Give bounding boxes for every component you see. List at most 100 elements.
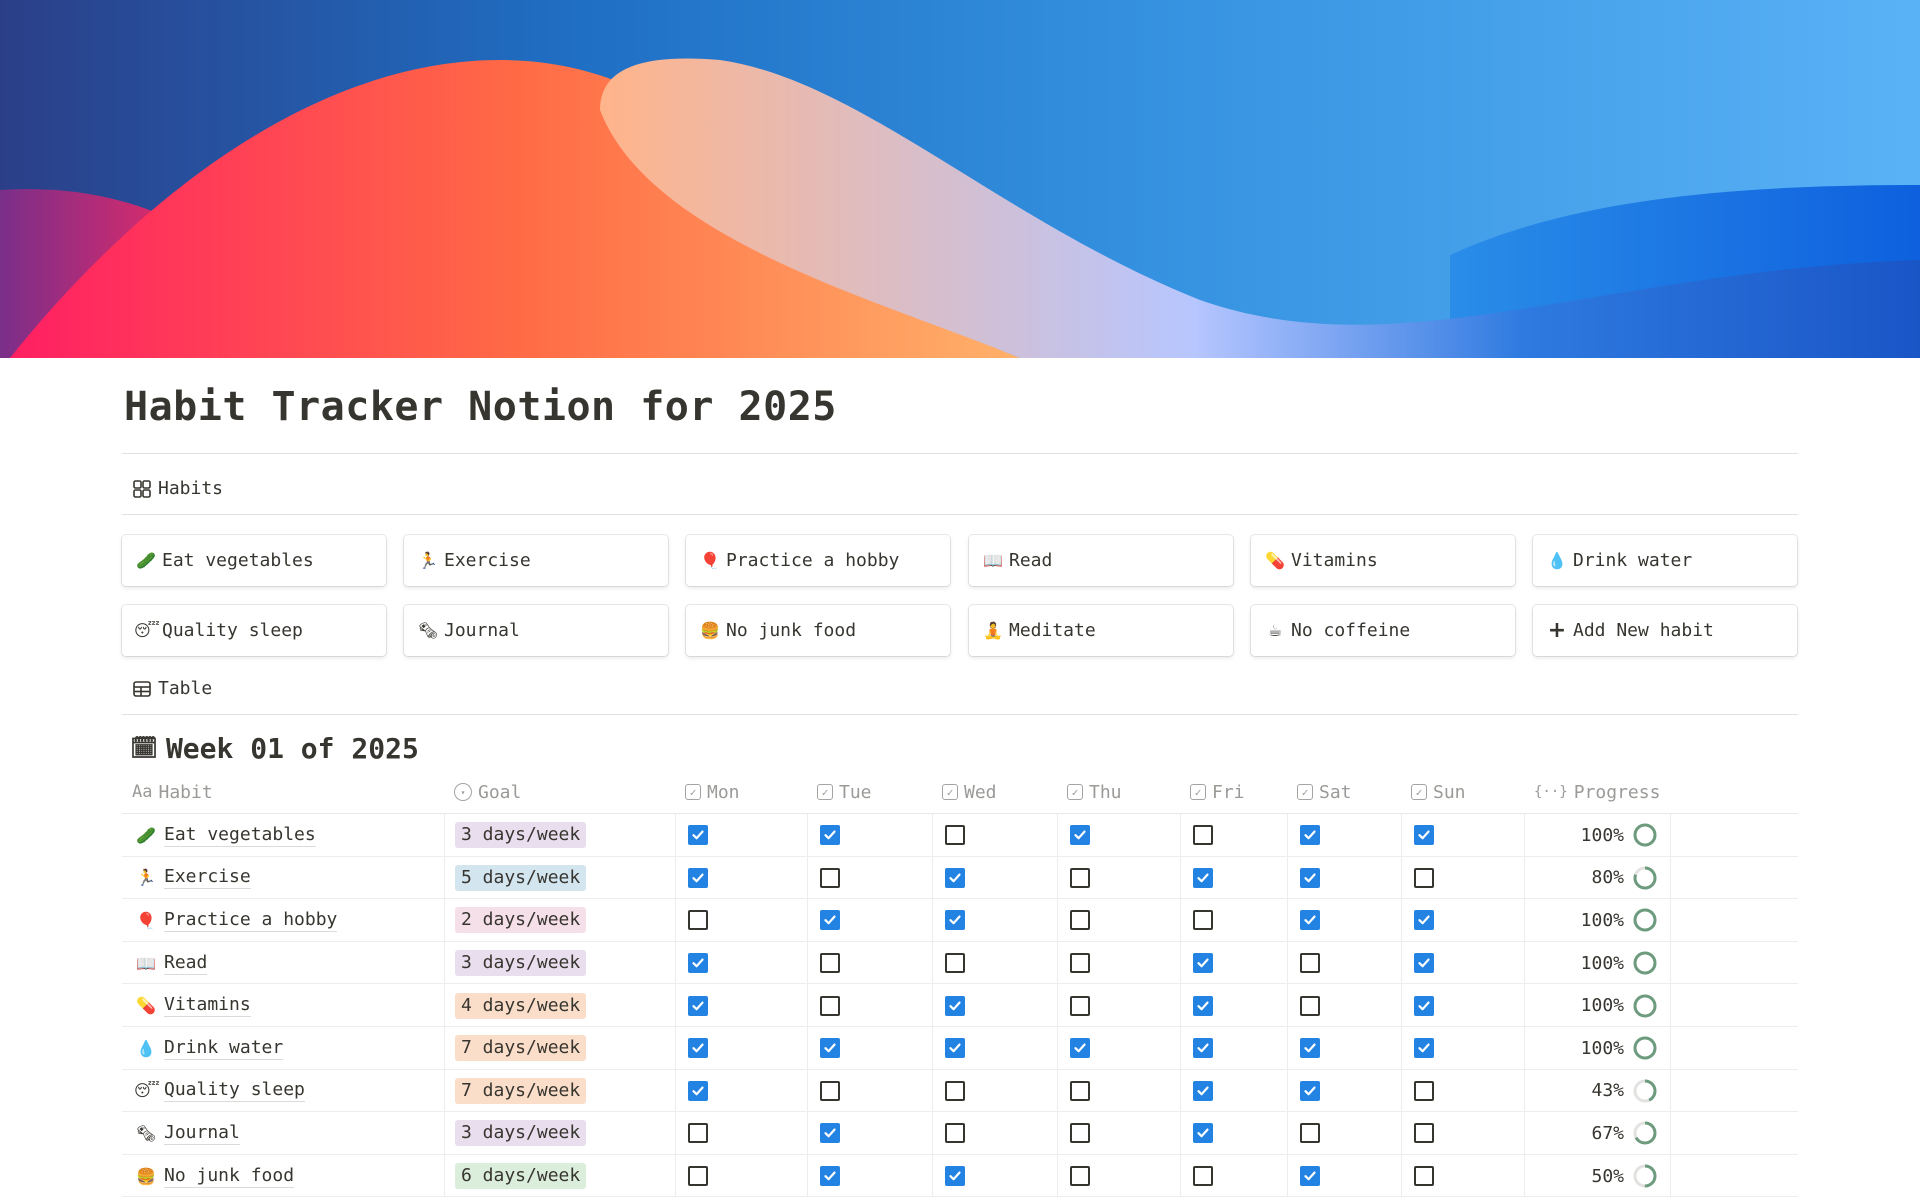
habit-name-link[interactable]: Drink water — [164, 1037, 284, 1060]
checkbox-thu[interactable] — [1070, 1123, 1090, 1144]
checkbox-tue[interactable] — [820, 825, 840, 846]
habit-card[interactable]: 📖 Read — [969, 535, 1233, 586]
column-header-thu[interactable]: ✓ Thu — [1057, 770, 1180, 814]
checkbox-tue[interactable] — [820, 953, 840, 974]
checkbox-thu[interactable] — [1070, 825, 1090, 846]
checkbox-thu[interactable] — [1070, 1080, 1090, 1101]
checkbox-thu[interactable] — [1070, 1166, 1090, 1187]
checkbox-wed[interactable] — [945, 995, 965, 1016]
habit-card[interactable]: ☕ No coffeine — [1251, 605, 1515, 656]
checkbox-tue[interactable] — [820, 867, 840, 888]
habit-name-link[interactable]: Journal — [164, 1122, 240, 1145]
checkbox-mon[interactable] — [688, 867, 708, 888]
checkbox-wed[interactable] — [945, 1123, 965, 1144]
habit-card[interactable]: 🍔 No junk food — [686, 605, 950, 656]
checkbox-thu[interactable] — [1070, 910, 1090, 931]
column-header-sat[interactable]: ✓ Sat — [1287, 770, 1401, 814]
checkbox-wed[interactable] — [945, 1166, 965, 1187]
view-tab-habits[interactable]: Habits — [132, 478, 223, 499]
column-header-habit[interactable]: Aa Habit — [122, 770, 444, 814]
checkbox-sun[interactable] — [1414, 953, 1434, 974]
checkbox-fri[interactable] — [1193, 953, 1213, 974]
checkbox-sun[interactable] — [1414, 1080, 1434, 1101]
checkbox-fri[interactable] — [1193, 910, 1213, 931]
checkbox-thu[interactable] — [1070, 995, 1090, 1016]
habit-name-link[interactable]: Eat vegetables — [164, 824, 316, 847]
checkbox-wed[interactable] — [945, 825, 965, 846]
checkbox-sat[interactable] — [1300, 825, 1320, 846]
habit-card[interactable]: 💧 Drink water — [1533, 535, 1797, 586]
checkbox-wed[interactable] — [945, 867, 965, 888]
checkbox-sun[interactable] — [1414, 1166, 1434, 1187]
checkbox-thu[interactable] — [1070, 953, 1090, 974]
habit-name-link[interactable]: Read — [164, 952, 208, 975]
checkbox-fri[interactable] — [1193, 1038, 1213, 1059]
column-header-goal[interactable]: ▾ Goal — [444, 770, 675, 814]
habit-card[interactable]: 🏃 Exercise — [404, 535, 668, 586]
checkbox-sat[interactable] — [1300, 953, 1320, 974]
habit-cell[interactable]: 🗞 Journal — [122, 1112, 444, 1155]
checkbox-fri[interactable] — [1193, 1166, 1213, 1187]
habit-name-link[interactable]: Vitamins — [164, 994, 251, 1018]
add-habit-button[interactable]: + Add New habit — [1533, 605, 1797, 656]
habit-cell[interactable]: 🏃 Exercise — [122, 857, 444, 900]
checkbox-sat[interactable] — [1300, 1123, 1320, 1144]
checkbox-sat[interactable] — [1300, 867, 1320, 888]
checkbox-wed[interactable] — [945, 1080, 965, 1101]
habit-cell[interactable]: 🍔 No junk food — [122, 1155, 444, 1198]
checkbox-fri[interactable] — [1193, 825, 1213, 846]
goal-cell[interactable]: 6 days/week — [444, 1154, 675, 1198]
checkbox-sun[interactable] — [1414, 825, 1434, 846]
habit-cell[interactable]: 💧 Drink water — [122, 1027, 444, 1070]
checkbox-mon[interactable] — [688, 910, 708, 931]
column-header-progress[interactable]: {··} Progress — [1524, 770, 1670, 814]
checkbox-mon[interactable] — [688, 1123, 708, 1144]
column-header-wed[interactable]: ✓ Wed — [932, 770, 1057, 814]
column-header-sun[interactable]: ✓ Sun — [1401, 770, 1524, 814]
goal-cell[interactable]: 5 days/week — [444, 856, 675, 900]
checkbox-sat[interactable] — [1300, 1166, 1320, 1187]
checkbox-tue[interactable] — [820, 1123, 840, 1144]
checkbox-wed[interactable] — [945, 910, 965, 931]
habit-name-link[interactable]: No junk food — [164, 1165, 295, 1188]
goal-cell[interactable]: 4 days/week — [444, 984, 675, 1027]
checkbox-tue[interactable] — [820, 1166, 840, 1187]
checkbox-sat[interactable] — [1300, 1080, 1320, 1101]
checkbox-sun[interactable] — [1414, 867, 1434, 888]
column-header-fri[interactable]: ✓ Fri — [1180, 770, 1287, 814]
habit-card[interactable]: 🗞 Journal — [404, 605, 668, 656]
goal-cell[interactable]: 3 days/week — [444, 1112, 675, 1155]
checkbox-thu[interactable] — [1070, 867, 1090, 888]
checkbox-mon[interactable] — [688, 825, 708, 846]
checkbox-mon[interactable] — [688, 1080, 708, 1101]
view-tab-table[interactable]: Table — [132, 678, 212, 699]
habit-card[interactable]: 💊 Vitamins — [1251, 535, 1515, 586]
checkbox-sat[interactable] — [1300, 910, 1320, 931]
goal-cell[interactable]: 3 days/week — [444, 814, 675, 857]
checkbox-fri[interactable] — [1193, 1080, 1213, 1101]
column-header-tue[interactable]: ✓ Tue — [807, 770, 932, 814]
habit-name-link[interactable]: Quality sleep — [164, 1079, 305, 1103]
checkbox-wed[interactable] — [945, 1038, 965, 1059]
checkbox-tue[interactable] — [820, 1080, 840, 1101]
column-header-mon[interactable]: ✓ Mon — [675, 770, 807, 814]
habit-cell[interactable]: 😴 Quality sleep — [122, 1070, 444, 1113]
habit-cell[interactable]: 💊 Vitamins — [122, 984, 444, 1027]
habit-card[interactable]: 🎈 Practice a hobby — [686, 535, 950, 586]
checkbox-mon[interactable] — [688, 1166, 708, 1187]
checkbox-wed[interactable] — [945, 953, 965, 974]
checkbox-fri[interactable] — [1193, 867, 1213, 888]
checkbox-sat[interactable] — [1300, 995, 1320, 1016]
checkbox-fri[interactable] — [1193, 1123, 1213, 1144]
habit-card[interactable]: 😴 Quality sleep — [122, 605, 386, 656]
checkbox-tue[interactable] — [820, 995, 840, 1016]
habit-card[interactable]: 🥒 Eat vegetables — [122, 535, 386, 586]
checkbox-sun[interactable] — [1414, 1038, 1434, 1059]
checkbox-mon[interactable] — [688, 995, 708, 1016]
goal-cell[interactable]: 7 days/week — [444, 1026, 675, 1070]
goal-cell[interactable]: 3 days/week — [444, 941, 675, 985]
goal-cell[interactable]: 2 days/week — [444, 899, 675, 942]
checkbox-sun[interactable] — [1414, 995, 1434, 1016]
habit-card[interactable]: 🧘 Meditate — [969, 605, 1233, 656]
checkbox-thu[interactable] — [1070, 1038, 1090, 1059]
